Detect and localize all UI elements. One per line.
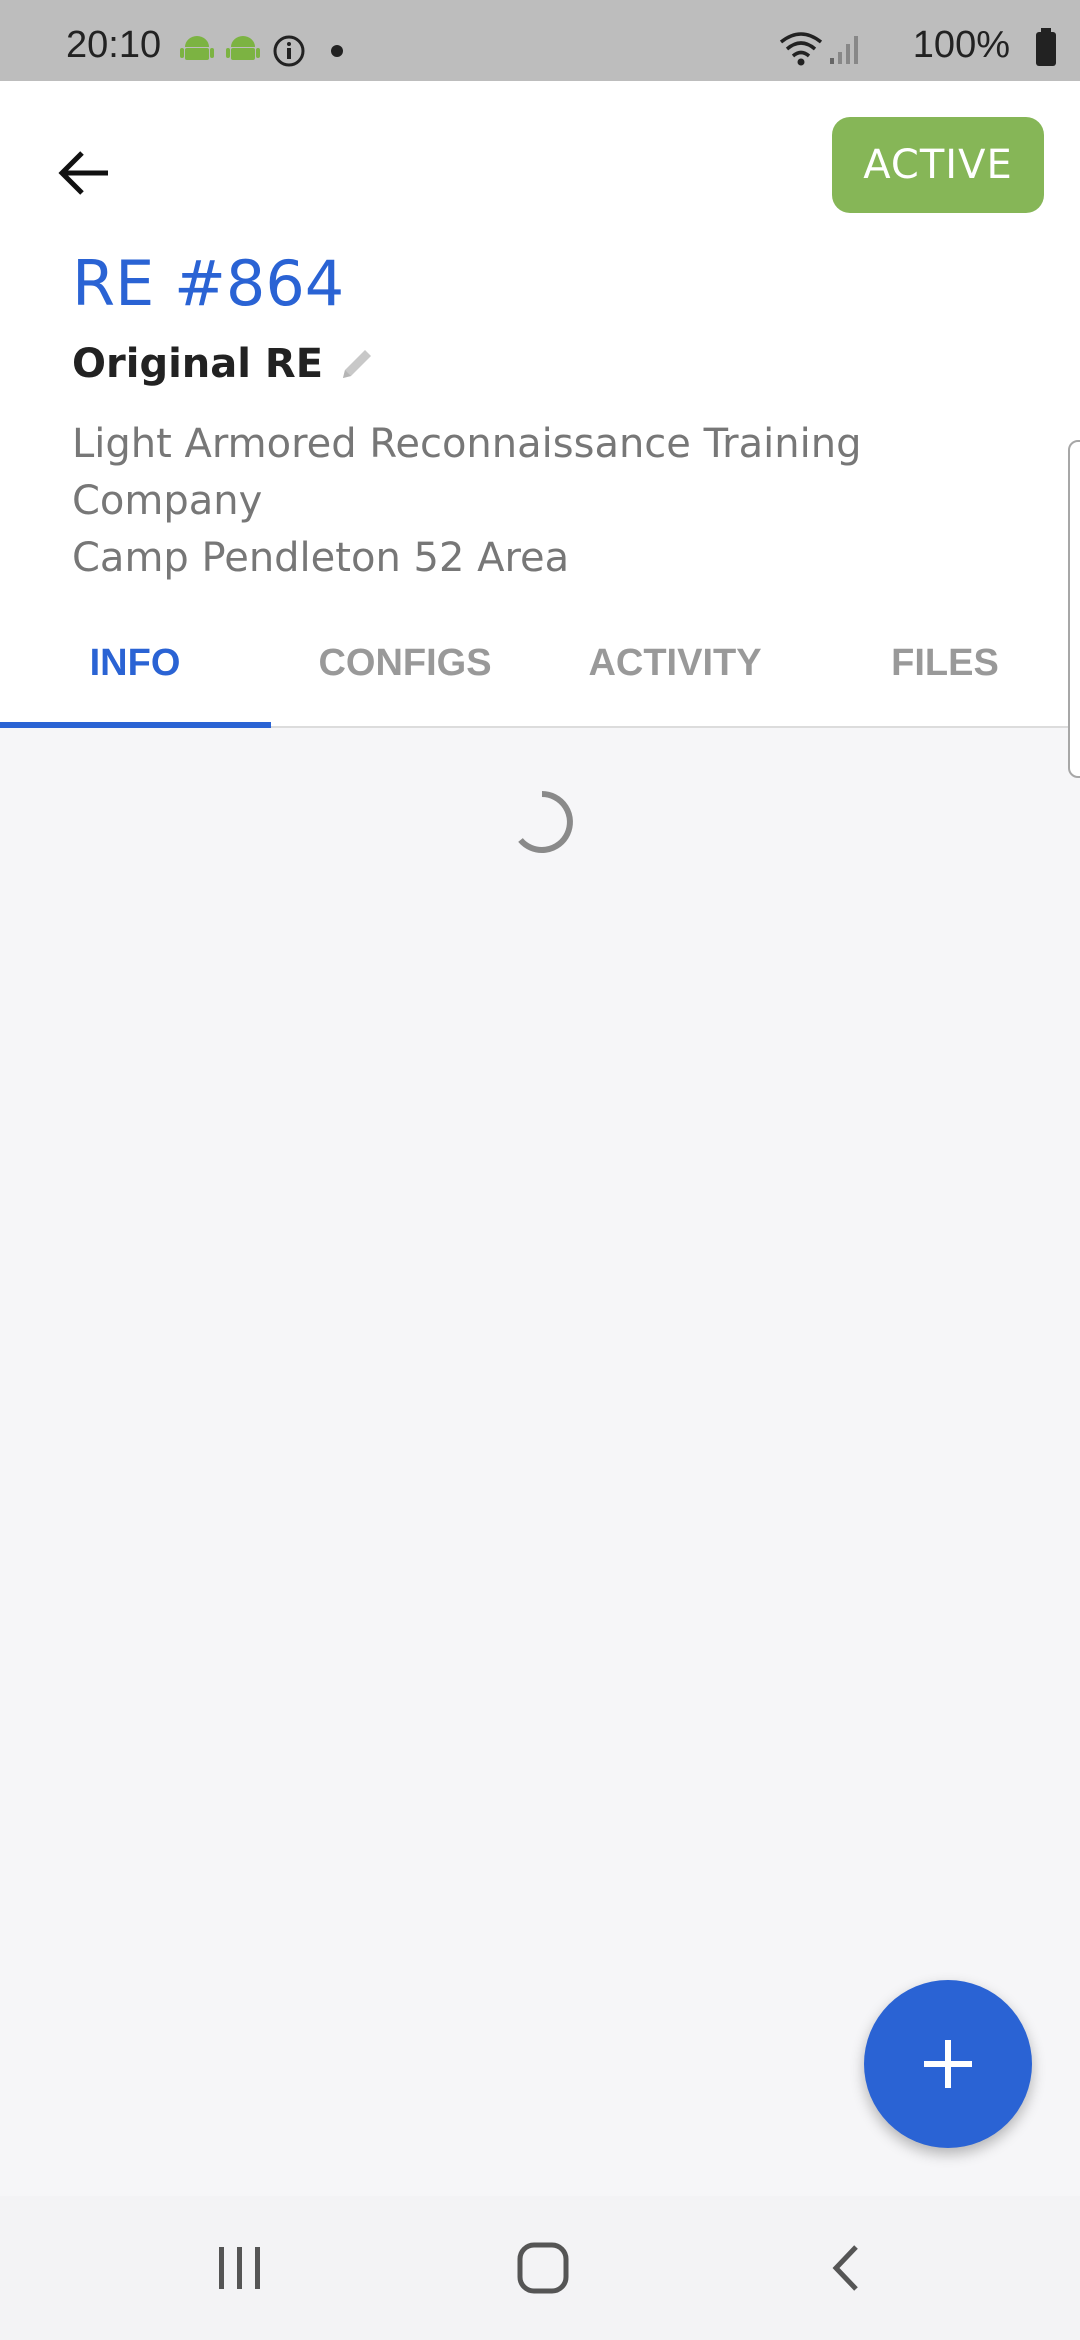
tab-bar: INFO CONFIGS ACTIVITY FILES: [0, 621, 1080, 728]
notification-dot-icon: [331, 45, 343, 57]
system-nav-bar: [0, 2196, 1080, 2340]
page-title: RE #864: [72, 247, 345, 320]
wifi-icon: [779, 32, 823, 66]
side-panel-handle[interactable]: [1068, 440, 1080, 778]
tab-info[interactable]: INFO: [0, 621, 270, 726]
status-badge[interactable]: ACTIVE: [832, 117, 1044, 213]
loading-spinner-icon: [518, 791, 573, 853]
status-time: 20:10: [66, 24, 162, 66]
tab-files[interactable]: FILES: [810, 621, 1080, 726]
android-icon: [226, 36, 260, 60]
screen: 20:10 100% ACTIVE RE #864 Original RE Li…: [0, 0, 1080, 2340]
home-icon: [517, 2242, 569, 2294]
signal-icon: [830, 36, 858, 64]
status-bar: 20:10 100%: [0, 0, 1080, 81]
header: ACTIVE RE #864 Original RE Light Armored…: [0, 81, 1080, 728]
arrow-left-icon: [58, 151, 108, 195]
battery-icon: [1036, 28, 1056, 66]
subtitle: Original RE: [72, 341, 324, 387]
description-line: Light Armored Reconnaissance Training: [72, 421, 862, 467]
description: Light Armored Reconnaissance Training Co…: [72, 416, 972, 587]
tab-configs[interactable]: CONFIGS: [270, 621, 540, 726]
android-icon: [180, 36, 214, 60]
tab-activity[interactable]: ACTIVITY: [540, 621, 810, 726]
pencil-icon[interactable]: [337, 344, 377, 384]
description-line: Camp Pendleton 52 Area: [72, 535, 570, 581]
subtitle-row: Original RE: [72, 344, 377, 384]
recent-apps-button[interactable]: [200, 2232, 280, 2304]
add-button[interactable]: [864, 1980, 1032, 2148]
back-button[interactable]: [42, 131, 126, 215]
back-icon: [832, 2245, 858, 2291]
tab-indicator: [0, 722, 271, 728]
info-icon: [273, 35, 305, 67]
recent-apps-icon: [219, 2247, 260, 2289]
back-nav-button[interactable]: [806, 2232, 886, 2304]
home-button[interactable]: [503, 2232, 583, 2304]
description-line: Company: [72, 478, 263, 524]
plus-icon: [924, 2040, 972, 2088]
battery-text: 100%: [912, 24, 1010, 66]
